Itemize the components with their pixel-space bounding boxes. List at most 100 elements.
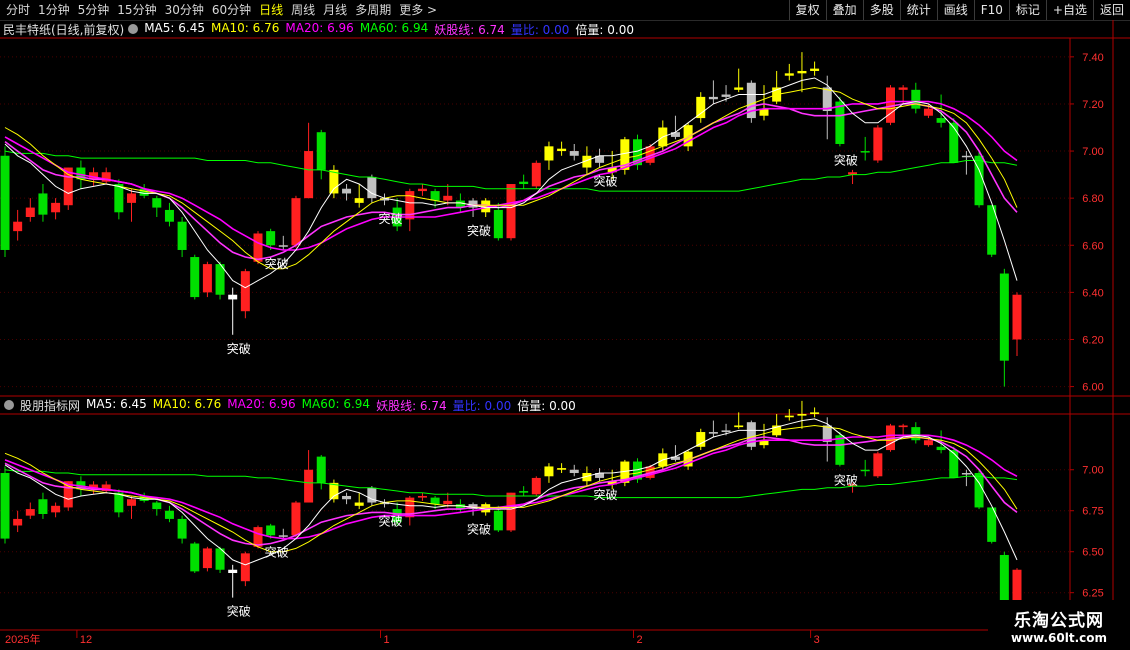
breakout-signal: 突破	[378, 211, 402, 226]
candle-body	[164, 209, 174, 222]
candle-body	[1012, 569, 1022, 601]
candle-body	[911, 89, 921, 109]
price-label: 7.00	[1082, 465, 1103, 477]
candle-body	[557, 148, 567, 152]
candle-body	[114, 492, 124, 513]
price-label: 6.50	[1082, 547, 1103, 559]
candle-body	[797, 414, 807, 416]
watermark-url: www.60lt.com	[1010, 630, 1108, 645]
candle-body	[278, 535, 288, 537]
candle-body	[721, 430, 731, 433]
candle-body	[810, 412, 820, 414]
candle-body	[544, 466, 554, 477]
candle-body	[936, 446, 946, 451]
breakout-signal: 突破	[594, 487, 618, 502]
price-label: 6.75	[1082, 506, 1103, 518]
candle-body	[127, 193, 136, 203]
month-label: 12	[80, 634, 92, 646]
candle-body	[797, 70, 807, 74]
candle-body	[506, 492, 516, 531]
candle-body	[228, 294, 238, 300]
price-label: 6.80	[1082, 193, 1103, 205]
breakout-signal: 突破	[378, 513, 402, 528]
price-label: 6.00	[1082, 382, 1103, 394]
breakout-signal: 突破	[834, 152, 858, 167]
candle-body	[291, 198, 301, 246]
candle-body	[430, 191, 440, 201]
candle-body	[202, 264, 212, 293]
candle-body	[860, 151, 870, 153]
candle-body	[51, 202, 61, 213]
candle-body	[923, 440, 933, 446]
candle-body	[38, 499, 48, 514]
candle-body	[152, 502, 162, 510]
breakout-signal: 突破	[227, 341, 251, 356]
price-label: 6.40	[1082, 287, 1103, 299]
candle-body	[493, 209, 503, 239]
breakout-signal: 突破	[265, 256, 289, 271]
breakout-signal: 突破	[467, 522, 491, 537]
candle-body	[708, 96, 718, 100]
ma-line-ma5	[4, 77, 1018, 289]
candle-body	[417, 495, 427, 498]
candle-body	[696, 432, 706, 447]
candle-body	[342, 495, 352, 500]
candle-body	[25, 207, 35, 217]
candle-body	[696, 96, 706, 119]
candle-body	[936, 118, 946, 123]
candlestick-chart[interactable]: 7.40 7.20 7.00 6.80 6.60 6.40 6.20 6.00 7.00 6.75…	[0, 0, 1130, 650]
candle-body	[721, 94, 731, 97]
candle-body	[557, 468, 567, 470]
month-label: 2	[637, 634, 643, 646]
candle-body	[898, 425, 908, 428]
candle-body	[708, 432, 718, 434]
breakout-signal: 突破	[594, 174, 618, 189]
candle-body	[784, 73, 794, 76]
candle-body	[316, 456, 326, 483]
candle-body	[961, 473, 971, 475]
ma-line-ma10	[4, 86, 1018, 270]
candle-body	[569, 469, 579, 474]
candle-body	[354, 198, 364, 203]
candle-body	[278, 245, 288, 247]
candle-body	[519, 181, 529, 185]
candle-body	[961, 155, 971, 158]
breakout-signal: 突破	[227, 604, 251, 619]
candle-body	[734, 87, 744, 90]
candle-body	[873, 127, 883, 161]
candle-body	[291, 502, 301, 536]
candle-body	[860, 469, 870, 472]
candle-body	[164, 510, 174, 519]
candle-body	[911, 427, 921, 441]
candle-body	[253, 233, 263, 262]
candle-body	[304, 151, 314, 199]
candle-body	[784, 415, 794, 418]
candle-body	[923, 108, 933, 116]
candle-body	[999, 273, 1009, 361]
candle-body	[51, 505, 61, 513]
candle-body	[734, 425, 744, 428]
candle-body	[873, 453, 883, 477]
candle-body	[177, 221, 187, 250]
price-label: 6.20	[1082, 334, 1103, 346]
candle-body	[25, 509, 35, 516]
candle-body	[304, 469, 314, 503]
price-label: 7.40	[1082, 52, 1103, 64]
candle-body	[240, 271, 250, 312]
candle-body	[0, 473, 10, 539]
candle-body	[949, 450, 959, 478]
candle-body	[417, 188, 427, 192]
candle-body	[569, 151, 579, 156]
candle-body	[949, 122, 959, 163]
candle-body	[430, 497, 440, 505]
watermark: 乐淘公式网 www.60lt.com	[988, 600, 1130, 650]
ma-line-ma10	[4, 424, 1018, 553]
watermark-title: 乐淘公式网	[1014, 610, 1104, 631]
price-label: 7.00	[1082, 146, 1103, 158]
candle-body	[354, 502, 364, 506]
candle-body	[493, 510, 503, 531]
candle-body	[114, 184, 124, 213]
candle-body	[228, 569, 238, 574]
candle-body	[13, 518, 23, 526]
candle-body	[898, 87, 908, 90]
